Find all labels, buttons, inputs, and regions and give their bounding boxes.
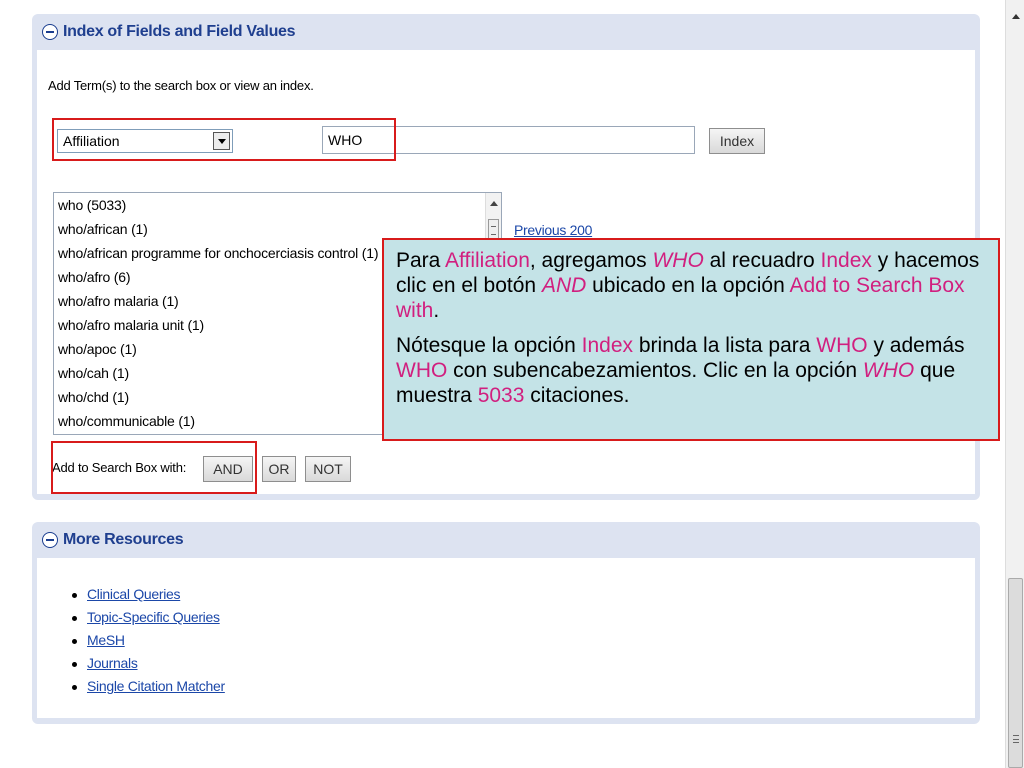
previous-200-link[interactable]: Previous 200	[514, 222, 592, 238]
callout-text: Para	[396, 249, 446, 272]
callout-text: citaciones.	[524, 384, 630, 407]
index-button[interactable]: Index	[709, 128, 765, 154]
list-item: Journals	[72, 652, 225, 675]
or-button[interactable]: OR	[262, 456, 296, 482]
callout-highlight: Index	[581, 334, 634, 357]
collapse-minus-icon[interactable]	[42, 24, 58, 40]
index-intro-text: Add Term(s) to the search box or view an…	[48, 78, 314, 93]
mesh-link[interactable]: MeSH	[87, 632, 125, 648]
scroll-up-arrow-icon[interactable]	[1012, 14, 1020, 19]
grip-icon	[1013, 735, 1019, 743]
list-item: Clinical Queries	[72, 583, 225, 606]
callout-text: con subencabezamientos. Clic en la opció…	[447, 359, 863, 382]
resources-panel-title: More Resources	[63, 531, 184, 548]
list-item: MeSH	[72, 629, 225, 652]
page-scroll-thumb[interactable]	[1008, 578, 1023, 768]
callout-highlight: 5033	[477, 384, 525, 407]
callout-text: .	[433, 299, 440, 322]
resources-panel-body: Clinical Queries Topic-Specific Queries …	[37, 558, 975, 718]
topic-specific-queries-link[interactable]: Topic-Specific Queries	[87, 609, 220, 625]
callout-highlight: AND	[541, 274, 587, 297]
callout-text: ubicado en la opción	[586, 274, 790, 297]
index-panel-header: Index of Fields and Field Values	[32, 14, 980, 50]
page-scrollbar[interactable]	[1005, 0, 1024, 768]
callout-highlight: Affiliation	[445, 249, 530, 272]
resources-panel-header: More Resources	[32, 522, 980, 558]
single-citation-matcher-link[interactable]: Single Citation Matcher	[87, 678, 225, 694]
index-panel-title: Index of Fields and Field Values	[63, 23, 296, 40]
callout-text: brinda la lista para	[633, 334, 817, 357]
callout-paragraph-1: Para Affiliation, agregamos WHO al recua…	[396, 248, 986, 323]
list-item[interactable]: who (5033)	[54, 193, 501, 217]
resources-list: Clinical Queries Topic-Specific Queries …	[72, 583, 225, 698]
list-item: Topic-Specific Queries	[72, 606, 225, 629]
callout-highlight: WHO	[816, 334, 868, 357]
scroll-up-arrow-icon[interactable]	[490, 201, 498, 206]
callout-highlight: WHO	[396, 359, 448, 382]
highlight-box-and	[51, 441, 257, 494]
callout-text: al recuadro	[703, 249, 821, 272]
callout-text: Nótesque la opción	[396, 334, 582, 357]
instruction-callout: Para Affiliation, agregamos WHO al recua…	[382, 238, 1000, 441]
callout-text: , agregamos	[529, 249, 653, 272]
resources-panel: More Resources Clinical Queries Topic-Sp…	[32, 522, 980, 724]
callout-highlight: WHO	[862, 359, 915, 382]
callout-text: y además	[867, 334, 965, 357]
collapse-minus-icon[interactable]	[42, 532, 58, 548]
callout-highlight: WHO	[652, 249, 704, 272]
callout-highlight: Index	[820, 249, 872, 272]
list-item: Single Citation Matcher	[72, 675, 225, 698]
journals-link[interactable]: Journals	[87, 655, 138, 671]
highlight-box-field-term	[52, 118, 396, 161]
not-button[interactable]: NOT	[305, 456, 351, 482]
callout-paragraph-2: Nótesque la opción Index brinda la lista…	[396, 333, 986, 408]
clinical-queries-link[interactable]: Clinical Queries	[87, 586, 181, 602]
